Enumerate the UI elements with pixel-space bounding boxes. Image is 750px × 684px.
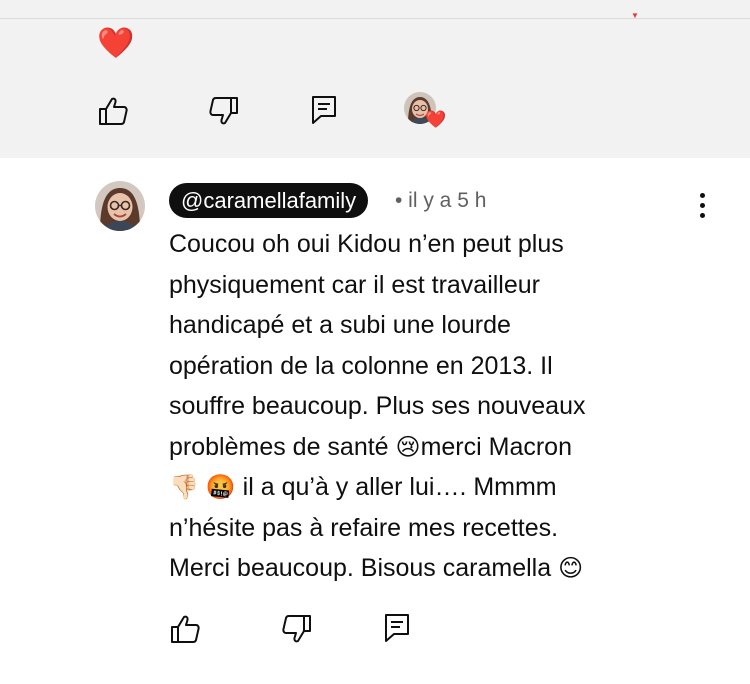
comment-line: Coucou oh oui Kidou n’en peut plus — [169, 230, 564, 258]
comment-text-segment: Merci beaucoup. Bisous caramella — [169, 554, 559, 582]
comment-line: handicapé et a subi une lourde — [169, 311, 511, 339]
comment-line: problèmes de santé 😢merci Macron — [169, 427, 729, 468]
more-options-icon[interactable] — [694, 193, 710, 223]
reply-button-icon[interactable] — [384, 613, 410, 643]
thumbs-down-icon[interactable] — [208, 96, 240, 126]
comment-line: physiquement car il est travailleur — [169, 270, 540, 299]
comment-line: opération de la colonne en 2013. Il — [169, 351, 553, 380]
comment-text-segment: merci Macron — [420, 432, 572, 461]
comment-text-segment: il a qu’à y aller lui…. Mmmm — [235, 473, 557, 501]
avatar[interactable] — [95, 181, 145, 231]
cursing-face-emoji: 🤬 — [205, 473, 236, 501]
red-marker: ▼ — [631, 11, 639, 20]
comment-line: Merci beaucoup. Bisous caramella 😊 — [169, 548, 729, 589]
comment-line: n’hésite pas à refaire mes recettes. — [169, 513, 559, 542]
comment-text-segment: problèmes de santé — [169, 432, 396, 461]
dislike-button-icon[interactable] — [281, 614, 313, 644]
comment-line: 👎🏻 🤬 il a qu’à y aller lui…. Mmmm — [169, 467, 729, 508]
author-handle-badge[interactable]: @caramellafamily — [169, 183, 369, 218]
thumbs-up-icon[interactable] — [97, 96, 129, 126]
previous-comment-section: ▼ ❤️ ❤️ — [0, 0, 750, 158]
like-button-icon[interactable] — [169, 614, 201, 644]
smiling-face-emoji: 😊 — [558, 554, 584, 582]
creator-heart-badge-icon: ❤️ — [425, 110, 447, 129]
comment-text: Coucou oh oui Kidou n’en peut plus physi… — [169, 224, 729, 589]
comment-timestamp: • il y a 5 h — [395, 189, 487, 212]
reply-icon[interactable] — [311, 95, 337, 125]
thumbs-down-emoji: 👎🏻 — [169, 473, 199, 501]
comment-line: souffre beaucoup. Plus ses nouveaux — [169, 392, 586, 420]
crying-face-emoji: 😢 — [395, 432, 421, 461]
heart-emoji: ❤️ — [97, 27, 135, 60]
